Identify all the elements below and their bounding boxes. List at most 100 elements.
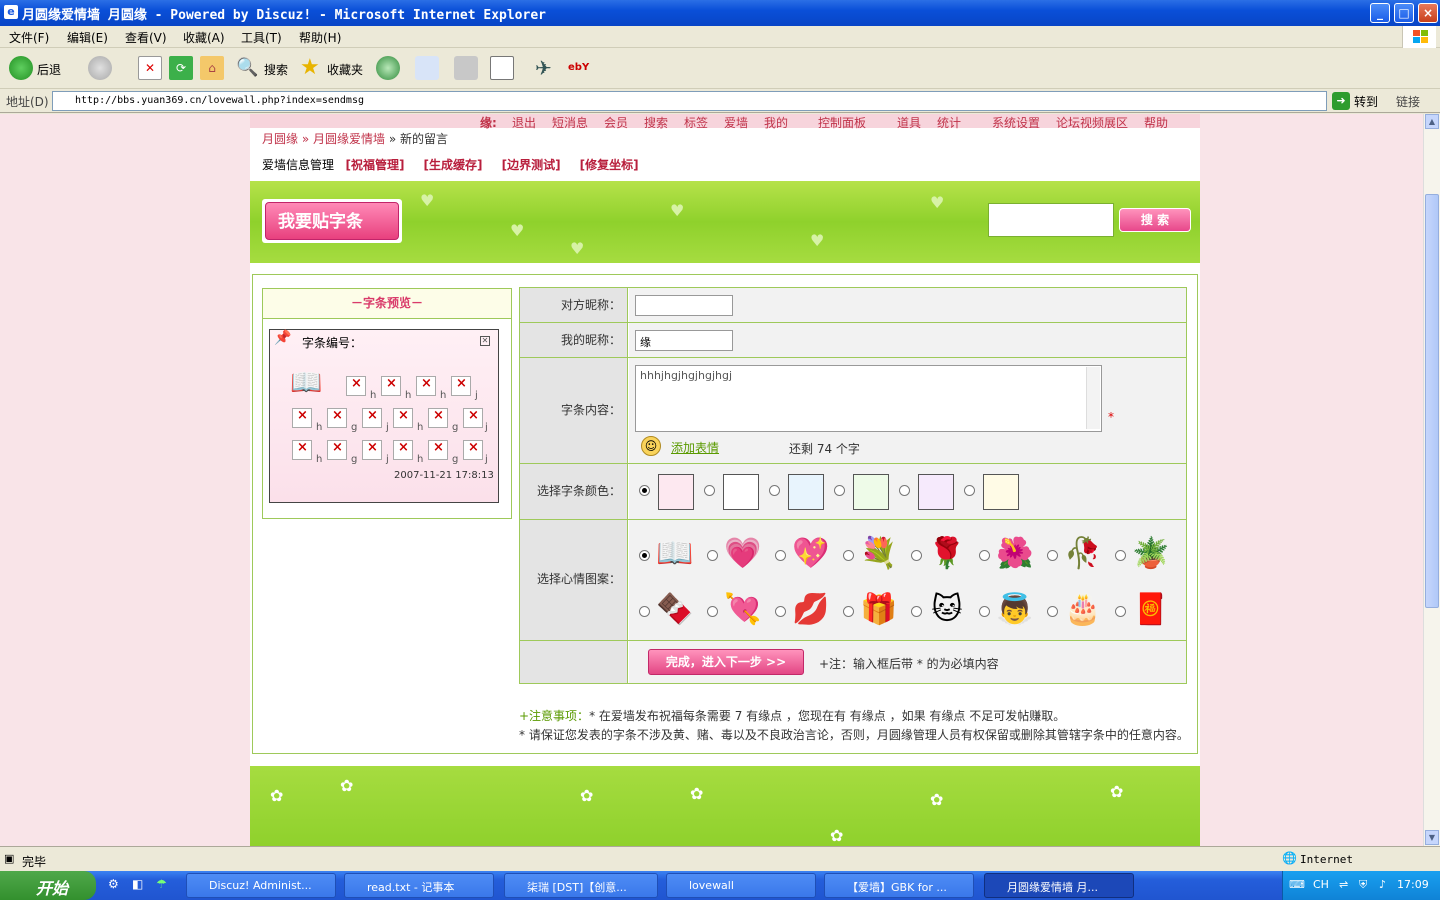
mood-picture-icon[interactable]: 💐 bbox=[857, 532, 901, 576]
my-nickname-input[interactable]: 缘 bbox=[635, 330, 733, 351]
color-radio-6[interactable] bbox=[964, 485, 975, 496]
search-icon[interactable]: 🔍 bbox=[236, 56, 260, 80]
search-button[interactable]: 搜索 bbox=[264, 61, 288, 78]
mood-radio[interactable] bbox=[775, 606, 786, 617]
menu-tools[interactable]: 工具(T) bbox=[241, 29, 282, 46]
mood-radio[interactable] bbox=[1115, 606, 1126, 617]
home-icon[interactable]: ⌂ bbox=[200, 56, 224, 80]
mood-picture-icon[interactable]: 🌺 bbox=[993, 532, 1037, 576]
close-icon[interactable]: ✕ bbox=[480, 336, 490, 346]
mood-radio[interactable] bbox=[843, 550, 854, 561]
network-icon[interactable]: ⇌ bbox=[1339, 878, 1348, 891]
mail-icon[interactable] bbox=[415, 56, 439, 80]
mood-radio[interactable] bbox=[843, 606, 854, 617]
submit-button[interactable]: 完成，进入下一步 >> bbox=[648, 649, 804, 675]
nav-mine[interactable]: 我的 bbox=[764, 114, 788, 131]
mood-radio[interactable] bbox=[707, 550, 718, 561]
keyboard-icon[interactable]: ⌨ bbox=[1289, 878, 1305, 891]
start-button[interactable]: 开始 bbox=[0, 871, 96, 900]
mood-picture-icon[interactable]: 🎁 bbox=[857, 588, 901, 632]
vertical-scrollbar[interactable]: ▲ ▼ bbox=[1423, 114, 1440, 846]
mood-picture-icon[interactable]: 🥀 bbox=[1061, 532, 1105, 576]
task-notepad[interactable]: read.txt - 记事本 bbox=[344, 873, 494, 898]
close-button[interactable]: × bbox=[1418, 3, 1438, 23]
mood-picture-icon[interactable]: 🧧 bbox=[1129, 588, 1173, 632]
mood-radio[interactable] bbox=[979, 606, 990, 617]
mood-picture-icon[interactable]: 🐱 bbox=[925, 588, 969, 632]
nav-stats[interactable]: 统计 bbox=[937, 114, 961, 131]
mood-picture-icon[interactable]: 💖 bbox=[789, 532, 833, 576]
color-swatch-3[interactable] bbox=[788, 474, 824, 510]
volume-icon[interactable]: ♪ bbox=[1379, 878, 1386, 891]
mood-picture-icon[interactable]: 💘 bbox=[721, 588, 765, 632]
mood-picture-icon[interactable]: 💗 bbox=[721, 532, 765, 576]
back-icon[interactable] bbox=[9, 56, 33, 80]
refresh-icon[interactable]: ⟳ bbox=[169, 56, 193, 80]
go-arrow-icon[interactable]: ➜ bbox=[1332, 92, 1350, 110]
color-radio-5[interactable] bbox=[899, 485, 910, 496]
mood-radio[interactable] bbox=[979, 550, 990, 561]
mood-picture-icon[interactable]: 🎂 bbox=[1061, 588, 1105, 632]
shield-icon[interactable]: ⛨ bbox=[1359, 878, 1367, 892]
stop-icon[interactable]: ✕ bbox=[138, 56, 162, 80]
edit-icon[interactable] bbox=[490, 56, 514, 80]
quicklaunch-icon[interactable]: ◧ bbox=[132, 877, 143, 891]
minimize-button[interactable]: _ bbox=[1370, 3, 1390, 23]
go-button[interactable]: 转到 bbox=[1354, 93, 1378, 110]
admin-cache-link[interactable]: [生成缓存] bbox=[424, 158, 483, 172]
color-swatch-5[interactable] bbox=[918, 474, 954, 510]
mood-picture-icon[interactable]: 👼 bbox=[993, 588, 1037, 632]
mood-radio[interactable] bbox=[1115, 550, 1126, 561]
ebay-icon[interactable]: ebY bbox=[568, 56, 592, 80]
admin-blessing-link[interactable]: [祝福管理] bbox=[345, 158, 404, 172]
textarea-scrollbar[interactable] bbox=[1086, 367, 1100, 429]
links-button[interactable]: 链接 bbox=[1396, 93, 1420, 110]
color-radio-1[interactable] bbox=[639, 485, 650, 496]
mood-picture-icon[interactable]: 🌹 bbox=[925, 532, 969, 576]
task-dst[interactable]: 柒瑞 [DST]【创意... bbox=[504, 873, 658, 898]
smiley-icon[interactable]: ☺ bbox=[641, 436, 661, 456]
history-icon[interactable] bbox=[376, 56, 400, 80]
mood-picture-icon[interactable]: 🪴 bbox=[1129, 532, 1173, 576]
messenger-icon[interactable]: ✈ bbox=[535, 56, 559, 80]
wall-search-button[interactable]: 搜 索 bbox=[1119, 208, 1191, 232]
color-radio-3[interactable] bbox=[769, 485, 780, 496]
back-button[interactable]: 后退 bbox=[37, 61, 61, 78]
mood-radio[interactable] bbox=[639, 606, 650, 617]
add-emoticon-link[interactable]: 添加表情 bbox=[671, 439, 719, 456]
menu-help[interactable]: 帮助(H) bbox=[299, 29, 341, 46]
color-swatch-1[interactable] bbox=[658, 474, 694, 510]
color-swatch-6[interactable] bbox=[983, 474, 1019, 510]
color-radio-2[interactable] bbox=[704, 485, 715, 496]
mood-radio[interactable] bbox=[1047, 550, 1058, 561]
address-input[interactable]: http://bbs.yuan369.cn/lovewall.php?index… bbox=[52, 91, 1327, 111]
color-swatch-2[interactable] bbox=[723, 474, 759, 510]
language-indicator[interactable]: CH bbox=[1313, 878, 1329, 891]
mood-radio[interactable] bbox=[775, 550, 786, 561]
menu-edit[interactable]: 编辑(E) bbox=[67, 29, 108, 46]
wall-search-input[interactable] bbox=[988, 203, 1114, 237]
mood-radio[interactable] bbox=[911, 606, 922, 617]
task-lovewall-folder[interactable]: lovewall bbox=[666, 873, 816, 898]
mood-picture-icon[interactable]: 📖 bbox=[653, 532, 697, 576]
color-radio-4[interactable] bbox=[834, 485, 845, 496]
menu-file[interactable]: 文件(F) bbox=[9, 29, 49, 46]
nav-messages[interactable]: 短消息 bbox=[552, 114, 588, 131]
nav-tags[interactable]: 标签 bbox=[684, 114, 708, 131]
nav-control-panel[interactable]: 控制面板 bbox=[818, 114, 866, 131]
scroll-thumb[interactable] bbox=[1425, 194, 1439, 608]
forward-icon[interactable] bbox=[88, 56, 112, 80]
mood-picture-icon[interactable]: 💋 bbox=[789, 588, 833, 632]
nav-search[interactable]: 搜索 bbox=[644, 114, 668, 131]
menu-favorites[interactable]: 收藏(A) bbox=[183, 29, 225, 46]
scroll-up-icon[interactable]: ▲ bbox=[1425, 114, 1439, 129]
favorites-icon[interactable]: ★ bbox=[300, 56, 324, 80]
nav-items[interactable]: 道具 bbox=[897, 114, 921, 131]
breadcrumb-wall[interactable]: 月圆缘爱情墙 bbox=[313, 132, 385, 146]
mood-radio[interactable] bbox=[1047, 606, 1058, 617]
color-swatch-4[interactable] bbox=[853, 474, 889, 510]
admin-boundary-link[interactable]: [边界测试] bbox=[502, 158, 561, 172]
favorites-button[interactable]: 收藏夹 bbox=[327, 61, 363, 78]
maximize-button[interactable]: □ bbox=[1394, 3, 1414, 23]
quicklaunch-icon[interactable]: ☂ bbox=[156, 877, 167, 891]
